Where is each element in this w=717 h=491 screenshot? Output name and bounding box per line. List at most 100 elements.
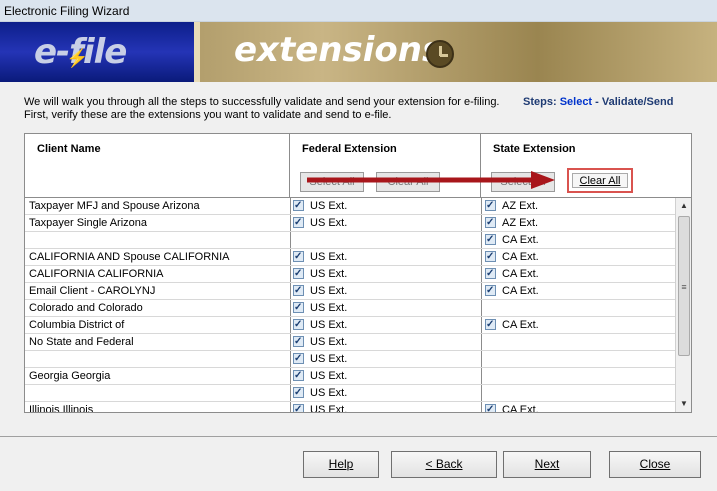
intro-line-2: First, verify these are the extensions y…: [24, 109, 392, 121]
state-extension-label: CA Ext.: [502, 251, 539, 263]
state-extension-label: CA Ext.: [502, 404, 539, 412]
federal-checkbox[interactable]: [293, 334, 304, 350]
federal-extension-cell: US Ext.: [293, 351, 347, 368]
table-row: CALIFORNIA AND Spouse CALIFORNIA US Ext. C…: [25, 249, 675, 266]
state-extension-cell: CA Ext.: [485, 402, 539, 412]
federal-extension-header: Federal Extension: [302, 143, 397, 155]
table-row: Columbia District of US Ext. CA Ext.: [25, 317, 675, 334]
banner-heading: extensions: [234, 30, 443, 70]
federal-extension-cell: US Ext.: [293, 385, 347, 402]
federal-extension-label: US Ext.: [310, 268, 348, 280]
state-extension-cell: CA Ext.: [485, 249, 539, 266]
federal-extension-cell: US Ext.: [293, 215, 347, 232]
back-button-label: < Back: [425, 457, 463, 471]
table-row: Taxpayer MFJ and Spouse Arizona US Ext. AZ…: [25, 198, 675, 215]
state-checkbox[interactable]: [485, 249, 496, 265]
scroll-thumb[interactable]: ≡: [678, 216, 690, 356]
federal-checkbox[interactable]: [293, 283, 304, 299]
state-extension-cell: CA Ext.: [485, 283, 539, 300]
table-row: Colorado and Colorado US Ext.: [25, 300, 675, 317]
federal-extension-label: US Ext.: [310, 285, 348, 297]
state-clear-all-highlight: Clear All: [567, 168, 633, 193]
table-row: Email Client - CAROLYNJ US Ext. CA Ext.: [25, 283, 675, 300]
state-checkbox[interactable]: [485, 215, 496, 231]
client-name-cell: Illinois Illinois: [29, 404, 94, 412]
federal-extension-label: US Ext.: [310, 370, 348, 382]
state-extension-label: AZ Ext.: [502, 200, 539, 212]
federal-checkbox[interactable]: [293, 402, 304, 412]
federal-extension-label: US Ext.: [310, 217, 348, 229]
help-button-label: Help: [328, 457, 354, 471]
table-row: CA Ext.: [25, 232, 675, 249]
federal-checkbox[interactable]: [293, 385, 304, 401]
federal-extension-label: US Ext.: [310, 200, 348, 212]
federal-extension-cell: US Ext.: [293, 198, 347, 215]
federal-checkbox[interactable]: [293, 215, 304, 231]
scroll-up-arrow-icon[interactable]: ▲: [676, 198, 692, 214]
footer-separator: [0, 436, 717, 437]
client-name-cell: Taxpayer MFJ and Spouse Arizona: [29, 200, 200, 212]
next-button[interactable]: Next: [503, 451, 591, 478]
state-checkbox[interactable]: [485, 402, 496, 412]
state-extension-cell: CA Ext.: [485, 266, 539, 283]
table-row: Taxpayer Single Arizona US Ext. AZ Ext.: [25, 215, 675, 232]
state-extension-label: CA Ext.: [502, 268, 539, 280]
client-name-cell: No State and Federal: [29, 336, 134, 348]
grid-rows: Taxpayer MFJ and Spouse Arizona US Ext. AZ…: [25, 198, 675, 412]
steps-label: Steps:: [523, 96, 557, 108]
state-checkbox[interactable]: [485, 266, 496, 282]
state-checkbox[interactable]: [485, 283, 496, 299]
client-name-cell: Georgia Georgia: [29, 370, 111, 382]
step-rest: - Validate/Send: [595, 96, 674, 108]
close-button-label: Close: [639, 457, 671, 471]
window-title: Electronic Filing Wizard: [4, 4, 130, 18]
federal-extension-label: US Ext.: [310, 302, 348, 314]
federal-extension-label: US Ext.: [310, 353, 348, 365]
intro-text: We will walk you through all the steps t…: [24, 96, 500, 122]
state-extension-label: CA Ext.: [502, 319, 539, 331]
state-extension-label: CA Ext.: [502, 234, 539, 246]
client-name-cell: Colorado and Colorado: [29, 302, 143, 314]
callout-arrow-head: [531, 171, 555, 189]
callout-arrow: [307, 171, 555, 189]
step-current: Select: [559, 96, 593, 108]
federal-checkbox[interactable]: [293, 368, 304, 384]
federal-checkbox[interactable]: [293, 266, 304, 282]
state-clear-all-button[interactable]: Clear All: [572, 173, 628, 188]
federal-checkbox[interactable]: [293, 300, 304, 316]
state-checkbox[interactable]: [485, 198, 496, 214]
table-row: Georgia Georgia US Ext.: [25, 368, 675, 385]
federal-extension-cell: US Ext.: [293, 334, 347, 351]
steps-indicator: Steps: Select - Validate/Send: [523, 96, 673, 108]
back-button[interactable]: < Back: [391, 451, 497, 478]
federal-extension-label: US Ext.: [310, 336, 348, 348]
banner: e-file ⚡ extensions: [0, 22, 717, 82]
intro-line-1: We will walk you through all the steps t…: [24, 96, 500, 108]
table-row: CALIFORNIA CALIFORNIA US Ext. CA Ext.: [25, 266, 675, 283]
state-checkbox[interactable]: [485, 317, 496, 333]
federal-extension-cell: US Ext.: [293, 283, 347, 300]
table-row: Illinois Illinois US Ext. CA Ext.: [25, 402, 675, 412]
client-name-cell: CALIFORNIA AND Spouse CALIFORNIA: [29, 251, 230, 263]
state-extension-label: AZ Ext.: [502, 217, 539, 229]
federal-extension-cell: US Ext.: [293, 368, 347, 385]
help-button[interactable]: Help: [303, 451, 379, 478]
federal-extension-label: US Ext.: [310, 404, 348, 412]
state-checkbox[interactable]: [485, 232, 496, 248]
state-extension-cell: CA Ext.: [485, 317, 539, 334]
client-name-header: Client Name: [37, 143, 101, 155]
client-name-cell: CALIFORNIA CALIFORNIA: [29, 268, 164, 280]
federal-checkbox[interactable]: [293, 198, 304, 214]
state-extension-header: State Extension: [493, 143, 576, 155]
federal-checkbox[interactable]: [293, 317, 304, 333]
vertical-scrollbar[interactable]: ▲ ≡ ▼: [675, 198, 691, 412]
federal-extension-cell: US Ext.: [293, 317, 347, 334]
table-row: No State and Federal US Ext.: [25, 334, 675, 351]
state-extension-label: CA Ext.: [502, 285, 539, 297]
scroll-down-arrow-icon[interactable]: ▼: [676, 396, 692, 412]
federal-checkbox[interactable]: [293, 351, 304, 367]
client-name-cell: Email Client - CAROLYNJ: [29, 285, 156, 297]
federal-checkbox[interactable]: [293, 249, 304, 265]
close-button[interactable]: Close: [609, 451, 701, 478]
federal-extension-cell: US Ext.: [293, 266, 347, 283]
